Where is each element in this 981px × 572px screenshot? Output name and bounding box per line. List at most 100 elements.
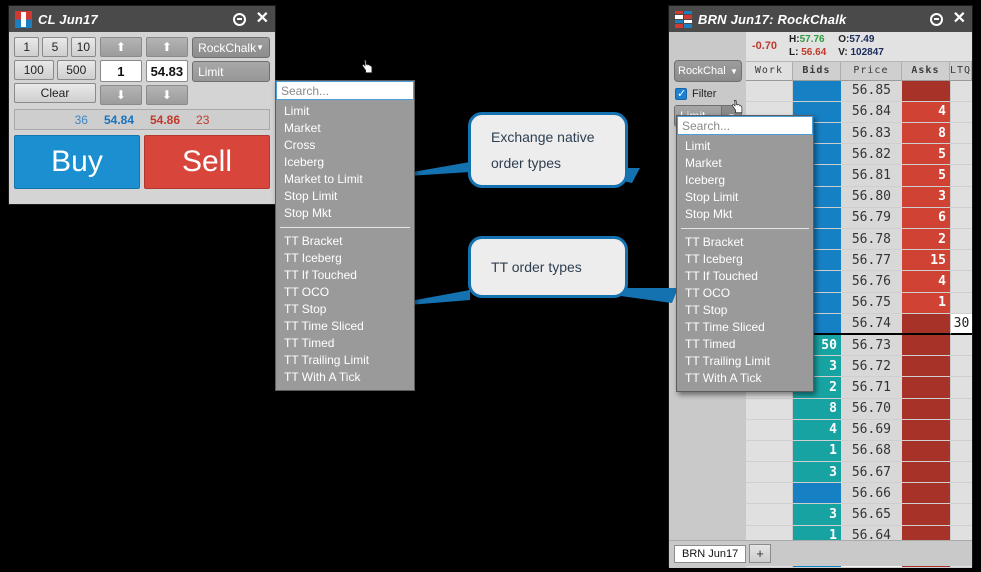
ladder-cell-price[interactable]: 56.82 (840, 144, 902, 166)
dd-item-cross[interactable]: Cross (276, 137, 414, 154)
dd-item-tt-time-sliced[interactable]: TT Time Sliced (276, 318, 414, 335)
ladder-cell-ltq[interactable] (949, 440, 972, 463)
quantity-up-arrow-icon[interactable]: ⬆ (100, 37, 142, 57)
qty-preset-100[interactable]: 100 (14, 60, 54, 80)
qty-preset-500[interactable]: 500 (56, 60, 97, 80)
ladder-cell-ltq[interactable] (949, 419, 972, 441)
filter-checkbox[interactable] (675, 87, 687, 101)
dd-item-tt-iceberg[interactable]: TT Iceberg (276, 250, 414, 267)
ladder-cell-price[interactable]: 56.80 (840, 186, 902, 208)
col-header-ltq[interactable]: LTQ (949, 61, 972, 81)
clear-button[interactable]: Clear (14, 83, 97, 103)
ladder-cell-ask[interactable]: 15 (901, 250, 950, 272)
rdd-item-tt-time-sliced[interactable]: TT Time Sliced (677, 319, 813, 336)
left-dropdown-search-input[interactable]: Search... (276, 81, 414, 100)
ladder-cell-price[interactable]: 56.83 (840, 123, 902, 145)
ladder-cell-ask[interactable] (901, 504, 950, 526)
ladder-cell-ltq[interactable] (949, 229, 972, 251)
ladder-cell-work[interactable] (745, 398, 793, 420)
ladder-cell-ltq[interactable] (949, 271, 972, 293)
sell-button[interactable]: Sell (144, 135, 270, 189)
ladder-cell-price[interactable]: 56.81 (840, 165, 902, 187)
ladder-cell-bid[interactable]: 1 (792, 440, 841, 463)
ladder-cell-price[interactable]: 56.69 (840, 419, 902, 441)
tab-brn-jun17[interactable]: BRN Jun17 (674, 544, 747, 563)
dd-item-iceberg[interactable]: Iceberg (276, 154, 414, 171)
rdd-item-iceberg[interactable]: Iceberg (677, 172, 813, 189)
dd-item-tt-with-a-tick[interactable]: TT With A Tick (276, 369, 414, 386)
ladder-cell-ltq[interactable] (949, 165, 972, 187)
qty-preset-10[interactable]: 10 (70, 37, 97, 57)
rdd-item-limit[interactable]: Limit (677, 138, 813, 155)
ladder-cell-ltq[interactable] (949, 377, 972, 399)
ladder-cell-ltq[interactable] (949, 483, 972, 505)
ladder-cell-ltq[interactable] (949, 292, 972, 314)
ladder-cell-price[interactable]: 56.73 (840, 334, 902, 357)
ladder-cell-price[interactable]: 56.72 (840, 356, 902, 378)
ladder-account-dropdown[interactable]: RockChal ▼ (674, 60, 742, 82)
quantity-input[interactable]: 1 (100, 60, 142, 82)
dd-item-tt-oco[interactable]: TT OCO (276, 284, 414, 301)
ladder-cell-ltq[interactable] (949, 186, 972, 208)
ladder-cell-price[interactable]: 56.78 (840, 229, 902, 251)
ladder-row[interactable]: 56.66 (745, 483, 972, 505)
ladder-cell-bid[interactable]: 3 (792, 462, 841, 484)
rdd-item-tt-iceberg[interactable]: TT Iceberg (677, 251, 813, 268)
price-down-arrow-icon[interactable]: ⬇ (145, 85, 189, 105)
order-type-dropdown[interactable]: Limit (192, 61, 271, 82)
ladder-cell-ltq[interactable] (949, 334, 972, 357)
rdd-item-tt-with-a-tick[interactable]: TT With A Tick (677, 370, 813, 387)
ladder-cell-ltq[interactable] (949, 356, 972, 378)
ladder-cell-price[interactable]: 56.68 (840, 440, 902, 463)
col-header-price[interactable]: Price (840, 61, 902, 81)
ladder-cell-price[interactable]: 56.65 (840, 504, 902, 526)
ladder-cell-ask[interactable]: 3 (901, 186, 950, 208)
rdd-item-tt-stop[interactable]: TT Stop (677, 302, 813, 319)
ladder-cell-ask[interactable] (901, 80, 950, 102)
ladder-row[interactable]: 3 56.67 (745, 462, 972, 484)
ladder-cell-ltq[interactable] (949, 144, 972, 166)
ladder-cell-ltq[interactable] (949, 504, 972, 526)
rdd-item-stop-mkt[interactable]: Stop Mkt (677, 206, 813, 223)
dd-item-tt-timed[interactable]: TT Timed (276, 335, 414, 352)
ladder-cell-ask[interactable]: 6 (901, 207, 950, 229)
ladder-cell-price[interactable]: 56.71 (840, 377, 902, 399)
ladder-cell-ask[interactable]: 2 (901, 229, 950, 251)
account-dropdown[interactable]: RockChalk ▼ (192, 37, 271, 58)
dd-item-stop-limit[interactable]: Stop Limit (276, 188, 414, 205)
dd-item-tt-stop[interactable]: TT Stop (276, 301, 414, 318)
ladder-cell-bid[interactable] (792, 80, 841, 102)
ladder-cell-work[interactable] (745, 504, 793, 526)
ladder-cell-ltq[interactable] (949, 123, 972, 145)
rdd-item-tt-trailing-limit[interactable]: TT Trailing Limit (677, 353, 813, 370)
ladder-cell-ask[interactable]: 5 (901, 165, 950, 187)
ladder-cell-price[interactable]: 56.66 (840, 483, 902, 505)
ladder-row[interactable]: 4 56.69 (745, 419, 972, 441)
ladder-cell-work[interactable] (745, 440, 793, 463)
ladder-cell-ask[interactable] (901, 334, 950, 357)
filter-row[interactable]: Filter (675, 87, 742, 101)
ladder-cell-ask[interactable] (901, 462, 950, 484)
dd-item-market-to-limit[interactable]: Market to Limit (276, 171, 414, 188)
ladder-cell-price[interactable]: 56.67 (840, 462, 902, 484)
ladder-cell-ltq[interactable] (949, 80, 972, 102)
ladder-cell-ltq[interactable] (949, 250, 972, 272)
ladder-cell-price[interactable]: 56.77 (840, 250, 902, 272)
ladder-cell-price[interactable]: 56.75 (840, 292, 902, 314)
ladder-cell-work[interactable] (745, 80, 793, 102)
ladder-row[interactable]: 3 56.65 (745, 504, 972, 526)
ladder-row[interactable]: 1 56.68 (745, 440, 972, 463)
dd-item-market[interactable]: Market (276, 120, 414, 137)
dd-item-limit[interactable]: Limit (276, 103, 414, 120)
ladder-cell-price[interactable]: 56.85 (840, 80, 902, 102)
ladder-cell-ask[interactable] (901, 377, 950, 399)
rdd-item-market[interactable]: Market (677, 155, 813, 172)
rdd-item-tt-if-touched[interactable]: TT If Touched (677, 268, 813, 285)
col-header-asks[interactable]: Asks (901, 61, 950, 81)
ladder-cell-ask[interactable] (901, 356, 950, 378)
ladder-cell-ask[interactable]: 8 (901, 123, 950, 145)
ladder-cell-ltq[interactable] (949, 101, 972, 124)
close-icon[interactable]: ✕ (256, 11, 269, 27)
rdd-item-tt-oco[interactable]: TT OCO (677, 285, 813, 302)
dd-item-tt-bracket[interactable]: TT Bracket (276, 233, 414, 250)
